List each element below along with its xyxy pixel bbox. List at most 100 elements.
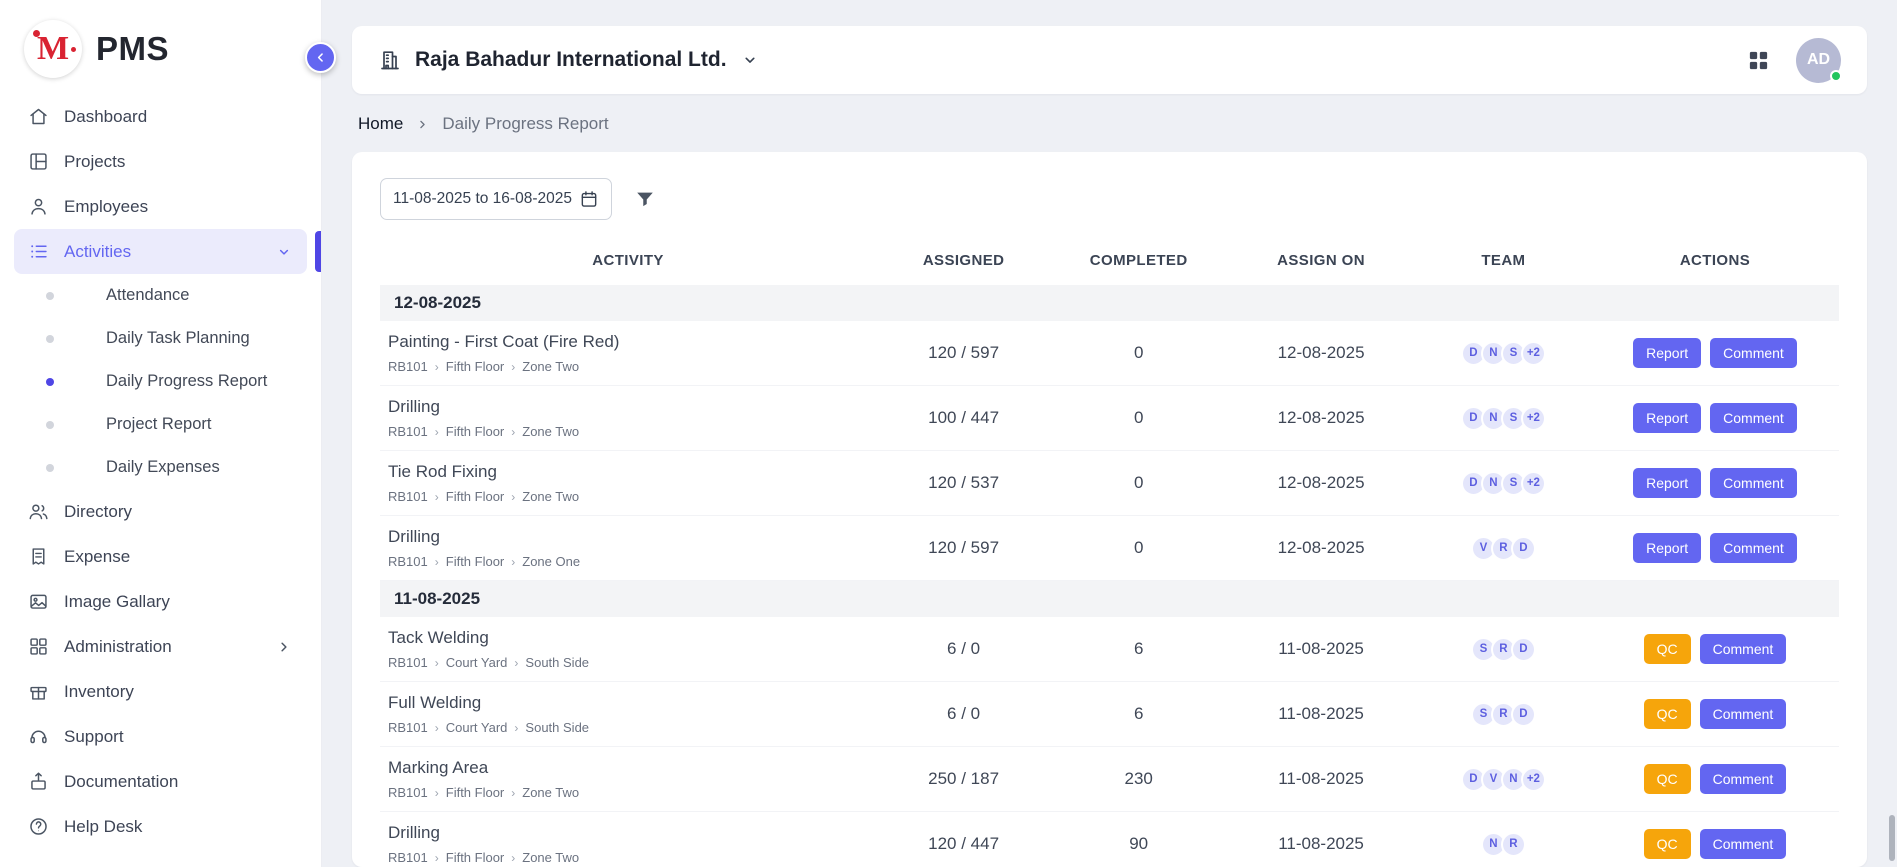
sidebar-item-documentation[interactable]: Documentation xyxy=(14,759,307,804)
comment-button[interactable]: Comment xyxy=(1710,533,1797,563)
path-segment: Zone One xyxy=(522,554,580,569)
assign-on-value: 12-08-2025 xyxy=(1226,386,1416,451)
sidebar-item-attendance[interactable]: Attendance xyxy=(14,274,307,317)
report-button[interactable]: Report xyxy=(1633,533,1701,563)
column-header-actions: ACTIONS xyxy=(1591,236,1839,285)
activity-location-path: RB101›Fifth Floor›Zone Two xyxy=(388,489,868,504)
assigned-value: 120 / 597 xyxy=(876,516,1051,581)
team-member-badge[interactable]: D xyxy=(1511,536,1536,561)
team-member-badge[interactable]: +2 xyxy=(1521,767,1546,792)
sidebar-item-directory[interactable]: Directory xyxy=(14,489,307,534)
table-row: Full WeldingRB101›Court Yard›South Side 6… xyxy=(380,682,1839,747)
chevron-right-icon: › xyxy=(435,851,439,865)
app-logo[interactable]: M PMS xyxy=(0,0,321,94)
chevron-right-icon: › xyxy=(435,425,439,439)
qc-button[interactable]: QC xyxy=(1644,634,1691,664)
sidebar-item-support[interactable]: Support xyxy=(14,714,307,759)
report-button[interactable]: Report xyxy=(1633,403,1701,433)
list-icon xyxy=(28,241,49,262)
row-actions: Report Comment xyxy=(1599,338,1831,368)
app-name: PMS xyxy=(96,30,169,68)
team-cell: DVN+2 xyxy=(1416,747,1591,812)
path-segment: Zone Two xyxy=(522,489,579,504)
activity-cell: Full WeldingRB101›Court Yard›South Side xyxy=(380,682,876,747)
vertical-scrollbar[interactable] xyxy=(1889,815,1895,861)
comment-button[interactable]: Comment xyxy=(1710,468,1797,498)
team-member-badge[interactable]: +2 xyxy=(1521,406,1546,431)
date-range-value: 11-08-2025 to 16-08-2025 xyxy=(393,190,572,208)
team-cell: SRD xyxy=(1416,682,1591,747)
team-avatars: DNS+2 xyxy=(1424,341,1583,366)
completed-value: 6 xyxy=(1051,682,1226,747)
filter-button[interactable] xyxy=(634,188,656,210)
comment-button[interactable]: Comment xyxy=(1700,829,1787,859)
active-route-indicator xyxy=(315,231,321,272)
qc-button[interactable]: QC xyxy=(1644,829,1691,859)
date-range-input[interactable]: 11-08-2025 to 16-08-2025 xyxy=(380,178,612,220)
comment-button[interactable]: Comment xyxy=(1710,338,1797,368)
sidebar-item-administration[interactable]: Administration xyxy=(14,624,307,669)
chevron-right-icon: › xyxy=(511,555,515,569)
sidebar-item-inventory[interactable]: Inventory xyxy=(14,669,307,714)
sidebar-item-projects[interactable]: Projects xyxy=(14,139,307,184)
user-avatar[interactable]: AD xyxy=(1796,38,1841,83)
team-member-badge[interactable]: +2 xyxy=(1521,471,1546,496)
breadcrumb-home[interactable]: Home xyxy=(358,114,403,134)
logo-dot xyxy=(71,47,76,52)
team-member-badge[interactable]: R xyxy=(1501,832,1526,857)
assign-on-value: 12-08-2025 xyxy=(1226,321,1416,386)
actions-cell: Report Comment xyxy=(1591,451,1839,516)
sidebar-item-help-desk[interactable]: Help Desk xyxy=(14,804,307,849)
comment-button[interactable]: Comment xyxy=(1710,403,1797,433)
actions-cell: Report Comment xyxy=(1591,386,1839,451)
activities-submenu: Attendance Daily Task Planning Daily Pro… xyxy=(14,274,307,489)
team-avatars: DNS+2 xyxy=(1424,471,1583,496)
chevron-right-icon: › xyxy=(511,851,515,865)
assigned-value: 120 / 597 xyxy=(876,321,1051,386)
sidebar-item-image-gallery[interactable]: Image Gallary xyxy=(14,579,307,624)
assign-on-value: 11-08-2025 xyxy=(1226,617,1416,682)
team-avatars: DNS+2 xyxy=(1424,406,1583,431)
report-button[interactable]: Report xyxy=(1633,338,1701,368)
sidebar-item-label: Image Gallary xyxy=(64,592,293,612)
path-segment: Fifth Floor xyxy=(446,424,505,439)
filter-row: 11-08-2025 to 16-08-2025 xyxy=(380,178,1839,220)
sidebar-item-label: Activities xyxy=(64,242,260,262)
team-member-badge[interactable]: +2 xyxy=(1521,341,1546,366)
sidebar-item-activities[interactable]: Activities xyxy=(14,229,307,274)
funnel-icon xyxy=(634,188,656,210)
team-avatars: NR xyxy=(1424,832,1583,857)
chevron-right-icon xyxy=(275,638,293,656)
sidebar-item-employees[interactable]: Employees xyxy=(14,184,307,229)
sidebar-item-daily-task-planning[interactable]: Daily Task Planning xyxy=(14,317,307,360)
question-circle-icon xyxy=(28,816,49,837)
activity-name: Drilling xyxy=(388,823,868,843)
team-member-badge[interactable]: D xyxy=(1511,637,1536,662)
sidebar-item-dashboard[interactable]: Dashboard xyxy=(14,94,307,139)
document-box-icon xyxy=(28,771,49,792)
sidebar-item-expense[interactable]: Expense xyxy=(14,534,307,579)
table-row: DrillingRB101›Fifth Floor›Zone Two120 / … xyxy=(380,812,1839,867)
team-member-badge[interactable]: D xyxy=(1511,702,1536,727)
chevron-right-icon: › xyxy=(435,786,439,800)
apps-grid-button[interactable] xyxy=(1747,49,1770,72)
qc-button[interactable]: QC xyxy=(1644,764,1691,794)
activity-name: Tack Welding xyxy=(388,628,868,648)
path-segment: Fifth Floor xyxy=(446,489,505,504)
activity-cell: Painting - First Coat (Fire Red)RB101›Fi… xyxy=(380,321,876,386)
assigned-value: 250 / 187 xyxy=(876,747,1051,812)
comment-button[interactable]: Comment xyxy=(1700,634,1787,664)
report-button[interactable]: Report xyxy=(1633,468,1701,498)
sidebar-item-project-report[interactable]: Project Report xyxy=(14,403,307,446)
company-selector[interactable]: Raja Bahadur International Ltd. xyxy=(378,48,760,72)
comment-button[interactable]: Comment xyxy=(1700,699,1787,729)
sidebar-collapse-button[interactable] xyxy=(305,42,336,73)
activity-location-path: RB101›Court Yard›South Side xyxy=(388,720,868,735)
sidebar-item-daily-progress-report[interactable]: Daily Progress Report xyxy=(14,360,307,403)
sidebar-item-daily-expenses[interactable]: Daily Expenses xyxy=(14,446,307,489)
qc-button[interactable]: QC xyxy=(1644,699,1691,729)
bullet-icon xyxy=(46,292,54,300)
breadcrumb: Home Daily Progress Report xyxy=(352,94,1867,152)
row-actions: QC Comment xyxy=(1599,699,1831,729)
comment-button[interactable]: Comment xyxy=(1700,764,1787,794)
